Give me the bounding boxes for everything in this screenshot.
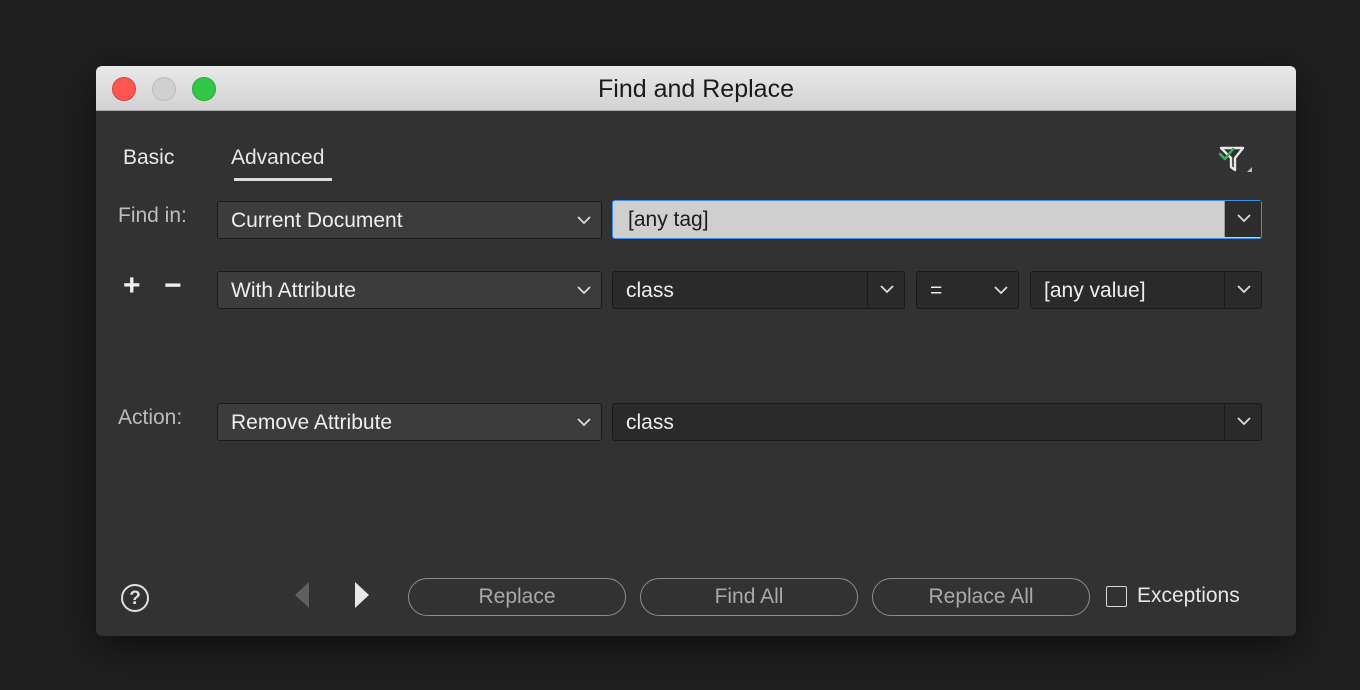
remove-condition-button[interactable]: − — [164, 271, 182, 301]
action-label: Action: — [118, 406, 183, 429]
operator-value: = — [930, 279, 943, 302]
title-bar: Find and Replace — [96, 66, 1296, 111]
find-replace-dialog: Find and Replace Basic Advanced Find in:… — [96, 66, 1296, 636]
replace-button[interactable]: Replace — [408, 578, 626, 616]
action-attribute-toggle[interactable] — [1224, 404, 1261, 440]
find-all-button[interactable]: Find All — [640, 578, 858, 616]
chevron-down-icon — [577, 418, 591, 427]
chevron-down-icon — [1237, 214, 1251, 223]
chevron-down-icon — [1237, 285, 1251, 294]
action-type-value: Remove Attribute — [231, 411, 393, 434]
active-tab-underline — [234, 178, 332, 181]
filter-check-icon[interactable] — [1216, 140, 1254, 176]
chevron-down-icon — [1237, 417, 1251, 426]
attribute-value-toggle[interactable] — [1224, 272, 1261, 308]
find-in-scope-dropdown[interactable]: Current Document — [217, 201, 602, 239]
tag-combobox-value: [any tag] — [628, 208, 709, 231]
action-type-dropdown[interactable]: Remove Attribute — [217, 403, 602, 441]
condition-type-value: With Attribute — [231, 279, 356, 302]
chevron-down-icon — [880, 285, 894, 294]
exceptions-checkbox[interactable] — [1106, 586, 1127, 607]
attribute-name-combobox[interactable]: class — [612, 271, 905, 309]
action-attribute-value: class — [626, 411, 674, 434]
triangle-right-icon[interactable] — [352, 580, 372, 610]
operator-dropdown[interactable]: = — [916, 271, 1019, 309]
attribute-name-toggle[interactable] — [867, 272, 904, 308]
tab-basic[interactable]: Basic — [123, 146, 174, 170]
help-icon[interactable]: ? — [121, 584, 149, 612]
condition-type-dropdown[interactable]: With Attribute — [217, 271, 602, 309]
chevron-down-icon — [577, 286, 591, 295]
find-in-scope-value: Current Document — [231, 209, 403, 232]
attribute-value-combobox[interactable]: [any value] — [1030, 271, 1262, 309]
attribute-value-value: [any value] — [1044, 279, 1146, 302]
attribute-name-value: class — [626, 279, 674, 302]
action-attribute-combobox[interactable]: class — [612, 403, 1262, 441]
chevron-down-icon — [577, 216, 591, 225]
window-title: Find and Replace — [598, 75, 794, 103]
triangle-left-icon[interactable] — [292, 580, 312, 610]
tag-combobox[interactable]: [any tag] — [612, 200, 1262, 239]
chevron-down-icon — [994, 286, 1008, 295]
add-condition-button[interactable]: + — [123, 271, 141, 301]
replace-all-button[interactable]: Replace All — [872, 578, 1090, 616]
tag-combobox-toggle[interactable] — [1224, 201, 1261, 237]
exceptions-label[interactable]: Exceptions — [1137, 584, 1240, 608]
find-in-label: Find in: — [118, 204, 187, 227]
tab-advanced[interactable]: Advanced — [231, 146, 324, 170]
